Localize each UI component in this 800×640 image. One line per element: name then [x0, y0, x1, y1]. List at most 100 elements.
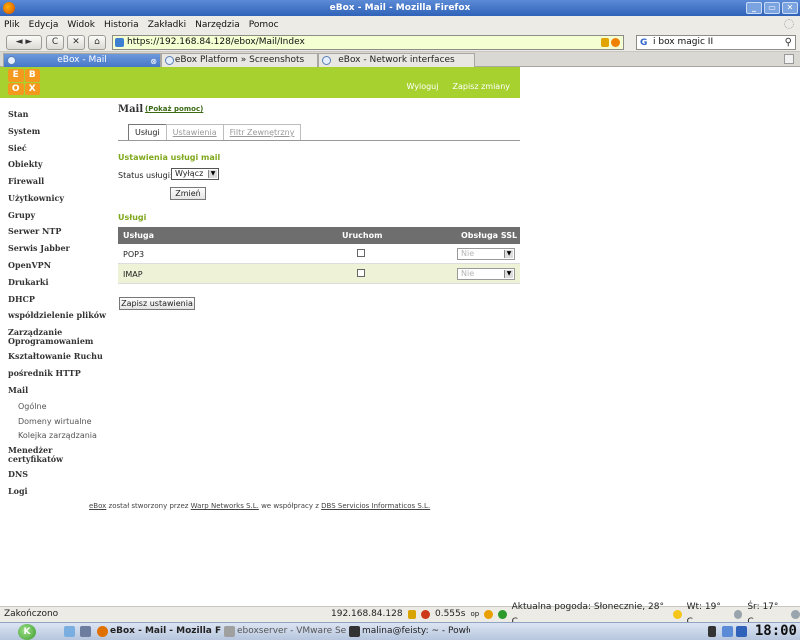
search-input[interactable]: G i box magic II ⚲ — [636, 35, 796, 50]
minimize-button[interactable]: _ — [746, 2, 762, 14]
sidebar-item-openvpn[interactable]: OpenVPN — [8, 261, 51, 270]
tab-ustawienia[interactable]: Ustawienia — [165, 124, 224, 140]
page-viewport: E B O X Wyloguj Zapisz zmiany Stan Syste… — [0, 67, 800, 606]
show-help-link[interactable]: (Pokaż pomoc) — [145, 105, 203, 113]
sidebar-item-siec[interactable]: Sieć — [8, 144, 27, 153]
sidebar-item-uzytkownicy[interactable]: Użytkownicy — [8, 194, 64, 203]
sidebar-item-dns[interactable]: DNS — [8, 470, 28, 479]
sidebar-item-http-proxy[interactable]: pośrednik HTTP — [8, 369, 81, 378]
menu-historia[interactable]: Historia — [104, 20, 139, 30]
status-text: Zakończono — [4, 609, 59, 619]
tab-list-icon[interactable] — [784, 54, 794, 64]
tab-filtr-zewnetrzny[interactable]: Filtr Zewnętrzny — [222, 124, 302, 140]
k-menu-button[interactable]: K — [18, 624, 36, 640]
task-firefox[interactable]: eBox - Mail - Mozilla Firef — [96, 625, 221, 639]
tab-divider — [118, 140, 520, 141]
save-changes-link[interactable]: Zapisz zmiany — [452, 82, 510, 91]
sidebar-item-system[interactable]: System — [8, 127, 40, 136]
menu-narzedzia[interactable]: Narzędzia — [195, 20, 240, 30]
sidebar-item-logi[interactable]: Logi — [8, 487, 28, 496]
status-ok-icon[interactable] — [497, 610, 507, 619]
ssl-select[interactable]: Nie ▼ — [457, 248, 515, 260]
menu-edycja[interactable]: Edycja — [29, 20, 59, 30]
terminal-icon[interactable] — [80, 626, 91, 637]
sidebar-subitem-domeny[interactable]: Domeny wirtualne — [18, 417, 92, 426]
ebox-link[interactable]: eBox — [89, 502, 106, 510]
stop-button[interactable]: ✕ — [67, 35, 85, 50]
sidebar-item-jabber[interactable]: Serwis Jabber — [8, 244, 70, 253]
warp-networks-link[interactable]: Warp Networks S.L. — [191, 502, 259, 510]
search-icon[interactable]: ⚲ — [785, 36, 792, 49]
table-header: Usługa Uruchom Obsługa SSL — [118, 227, 520, 244]
konsole-icon — [349, 626, 360, 637]
change-button[interactable]: Zmień — [170, 187, 206, 200]
sidebar-item-file-sharing[interactable]: współdzielenie plików — [8, 311, 106, 320]
enable-checkbox[interactable] — [357, 249, 365, 257]
cloud-icon — [791, 610, 800, 619]
close-window-button[interactable]: ✕ — [782, 2, 798, 14]
tab-uslugi[interactable]: Usługi — [128, 124, 167, 140]
dbs-link[interactable]: DBS Servicios Informaticos S.L. — [321, 502, 430, 510]
browser-tab-ebox-mail[interactable]: eBox - Mail ⊗ — [3, 53, 161, 67]
status-bar: Zakończono 192.168.84.128 0.555s op Aktu… — [0, 602, 800, 627]
ssl-select[interactable]: Nie ▼ — [457, 268, 515, 280]
sidebar-item-software[interactable]: Zarządzanie Oprogramowaniem — [8, 328, 108, 346]
sidebar-item-traffic-shaping[interactable]: Kształtowanie Ruchu — [8, 352, 103, 361]
menu-widok[interactable]: Widok — [67, 20, 95, 30]
file-manager-icon[interactable] — [64, 626, 75, 637]
logout-link[interactable]: Wyloguj — [406, 82, 438, 91]
sidebar-item-drukarki[interactable]: Drukarki — [8, 278, 49, 287]
firebug-icon[interactable] — [421, 610, 430, 619]
table-row: POP3 Nie ▼ — [118, 244, 520, 264]
task-vmware[interactable]: eboxserver - VMware Serve — [223, 625, 346, 639]
lock-icon[interactable] — [407, 610, 417, 619]
sidebar-subitem-ogolne[interactable]: Ogólne — [18, 402, 46, 411]
enable-checkbox[interactable] — [357, 269, 365, 277]
footer-text: we współpracy z — [258, 502, 322, 510]
ebox-header: E B O X Wyloguj Zapisz zmiany — [0, 67, 520, 98]
url-text: https://192.168.84.128/ebox/Mail/Index — [127, 37, 305, 47]
ebox-logo[interactable]: E B O X — [8, 69, 40, 95]
tab-label: eBox Platform » Screenshots — [174, 55, 305, 65]
sidebar-item-obiekty[interactable]: Obiekty — [8, 160, 43, 169]
save-settings-button[interactable]: Zapisz ustawienia — [119, 297, 195, 310]
menu-plik[interactable]: Plik — [4, 20, 20, 30]
sidebar-item-ntp[interactable]: Serwer NTP — [8, 227, 61, 236]
sidebar-item-firewall[interactable]: Firewall — [8, 177, 44, 186]
window-title: eBox - Mail - Mozilla Firefox — [329, 3, 471, 13]
sidebar-item-grupy[interactable]: Grupy — [8, 211, 35, 220]
tab-label: eBox - Mail — [57, 55, 107, 65]
firefox-icon — [3, 2, 15, 14]
clock[interactable]: 18:00 — [755, 623, 797, 639]
google-icon[interactable]: G — [640, 37, 647, 50]
menu-zakladki[interactable]: Zakładki — [148, 20, 186, 30]
col-header-ssl: Obsługa SSL — [461, 231, 518, 240]
site-identity-icon[interactable] — [115, 38, 124, 47]
back-forward-button[interactable]: ◄ ► — [6, 35, 42, 50]
url-bar[interactable]: https://192.168.84.128/ebox/Mail/Index — [112, 35, 624, 50]
sidebar-item-mail[interactable]: Mail — [8, 386, 28, 395]
sidebar-item-dhcp[interactable]: DHCP — [8, 295, 35, 304]
menu-pomoc[interactable]: Pomoc — [249, 20, 279, 30]
sidebar-item-certificates[interactable]: Menedżer certyfikatów — [8, 446, 68, 464]
maximize-button[interactable]: ▭ — [764, 2, 780, 14]
network-icon[interactable] — [722, 626, 733, 637]
task-terminal[interactable]: malina@feisty: ~ - Powłoka — [348, 625, 470, 639]
sidebar-item-stan[interactable]: Stan — [8, 110, 28, 119]
volume-icon[interactable] — [708, 626, 716, 637]
browser-tab-bar: eBox - Mail ⊗ eBox Platform » Screenshot… — [0, 52, 800, 67]
status-select[interactable]: Wyłącz ▼ — [171, 168, 219, 180]
reload-button[interactable]: C — [46, 35, 64, 50]
clipboard-icon[interactable] — [736, 626, 747, 637]
firefox-icon — [97, 626, 108, 637]
window-titlebar: eBox - Mail - Mozilla Firefox _ ▭ ✕ — [0, 0, 800, 16]
feed-icon[interactable] — [611, 38, 620, 47]
sidebar-subitem-kolejka[interactable]: Kolejka zarządzania — [18, 431, 97, 440]
browser-tab-ebox-platform[interactable]: eBox Platform » Screenshots — [161, 53, 318, 67]
tab-favicon-icon — [165, 56, 174, 65]
home-button[interactable]: ⌂ — [88, 35, 106, 50]
cloud-icon — [733, 610, 743, 619]
extension-icon[interactable] — [484, 610, 493, 619]
tab-favicon-icon — [7, 56, 16, 65]
browser-tab-network-interfaces[interactable]: eBox - Network interfaces — [318, 53, 475, 67]
